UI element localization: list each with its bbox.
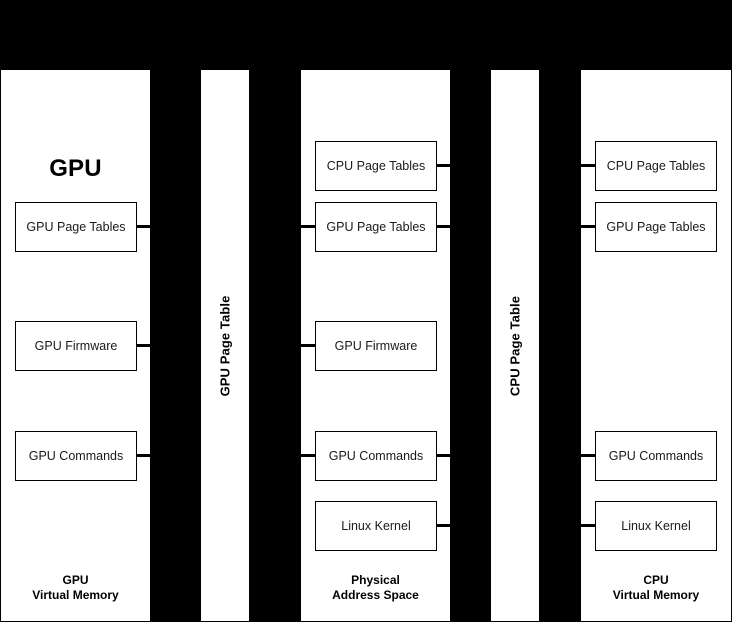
gpu-caption-line-2: Virtual Memory	[32, 588, 119, 602]
gpu-box-gpu-firmware: GPU Firmware	[15, 321, 137, 371]
cpu-page-table-strip-label: CPU Page Table	[507, 295, 523, 396]
gpu-box-gpu-page-tables-label: GPU Page Tables	[26, 220, 126, 234]
ram-box-cpu-page-tables-label: CPU Page Tables	[326, 159, 426, 173]
connector-ram-gpu-commands-right	[436, 454, 451, 457]
ram-box-gpu-firmware: GPU Firmware	[315, 321, 437, 371]
connector-gpu-firmware-right	[136, 344, 151, 347]
cpu-panel: CPU CPU Page Tables GPU Page Tables GPU …	[580, 69, 732, 622]
ram-panel-caption: Physical Address Space	[301, 573, 450, 603]
connector-ram-cpu-page-tables-right	[436, 164, 451, 167]
gpu-page-table-strip: GPU Page Table	[200, 69, 250, 622]
ram-box-gpu-page-tables: GPU Page Tables	[315, 202, 437, 252]
ram-box-gpu-page-tables-label: GPU Page Tables	[326, 220, 426, 234]
ram-panel: RAM CPU Page Tables GPU Page Tables GPU …	[300, 69, 451, 622]
gpu-box-gpu-firmware-label: GPU Firmware	[34, 339, 118, 353]
diagram-canvas: GPU GPU Page Tables GPU Firmware GPU Com…	[0, 0, 732, 622]
connector-ram-gpu-firmware-left	[286, 344, 315, 347]
cpu-box-gpu-page-tables: GPU Page Tables	[595, 202, 717, 252]
cpu-box-gpu-commands: GPU Commands	[595, 431, 717, 481]
cpu-box-gpu-commands-label: GPU Commands	[608, 449, 704, 463]
gpu-panel: GPU GPU Page Tables GPU Firmware GPU Com…	[0, 69, 151, 622]
cpu-caption-line-1: CPU	[643, 573, 669, 587]
connector-gpu-page-tables-right	[136, 225, 151, 228]
ram-box-gpu-commands-label: GPU Commands	[328, 449, 424, 463]
gpu-box-gpu-commands: GPU Commands	[15, 431, 137, 481]
ram-box-gpu-commands: GPU Commands	[315, 431, 437, 481]
connector-cpu-linux-kernel-left	[580, 524, 595, 527]
cpu-box-cpu-page-tables: CPU Page Tables	[595, 141, 717, 191]
gpu-caption-line-1: GPU	[62, 573, 89, 587]
connector-cpu-gpu-page-tables-left	[580, 225, 595, 228]
cpu-box-gpu-page-tables-label: GPU Page Tables	[606, 220, 706, 234]
ram-box-gpu-firmware-label: GPU Firmware	[334, 339, 418, 353]
gpu-box-gpu-commands-label: GPU Commands	[28, 449, 124, 463]
cpu-caption-line-2: Virtual Memory	[612, 588, 700, 602]
gpu-page-table-strip-label: GPU Page Table	[217, 295, 233, 396]
ram-caption-line-1: Physical	[351, 573, 400, 587]
cpu-box-cpu-page-tables-label: CPU Page Tables	[606, 159, 706, 173]
cpu-box-linux-kernel-label: Linux Kernel	[621, 519, 691, 533]
connector-ram-gpu-commands-left	[286, 454, 315, 457]
gpu-panel-caption: GPU Virtual Memory	[1, 573, 150, 603]
connector-gpu-commands-right	[136, 454, 151, 457]
cpu-box-linux-kernel: Linux Kernel	[595, 501, 717, 551]
connector-ram-gpu-page-tables-left	[286, 225, 315, 228]
ram-caption-line-2: Address Space	[332, 588, 419, 602]
cpu-page-table-strip: CPU Page Table	[490, 69, 540, 622]
cpu-panel-caption: CPU Virtual Memory	[581, 573, 731, 603]
ram-box-cpu-page-tables: CPU Page Tables	[315, 141, 437, 191]
ram-box-linux-kernel: Linux Kernel	[315, 501, 437, 551]
connector-ram-gpu-page-tables-right	[436, 225, 451, 228]
connector-cpu-cpu-page-tables-left	[580, 164, 595, 167]
gpu-panel-title: GPU	[49, 155, 102, 182]
connector-cpu-gpu-commands-left	[580, 454, 595, 457]
ram-box-linux-kernel-label: Linux Kernel	[341, 519, 411, 533]
connector-ram-linux-kernel-right	[436, 524, 451, 527]
gpu-box-gpu-page-tables: GPU Page Tables	[15, 202, 137, 252]
